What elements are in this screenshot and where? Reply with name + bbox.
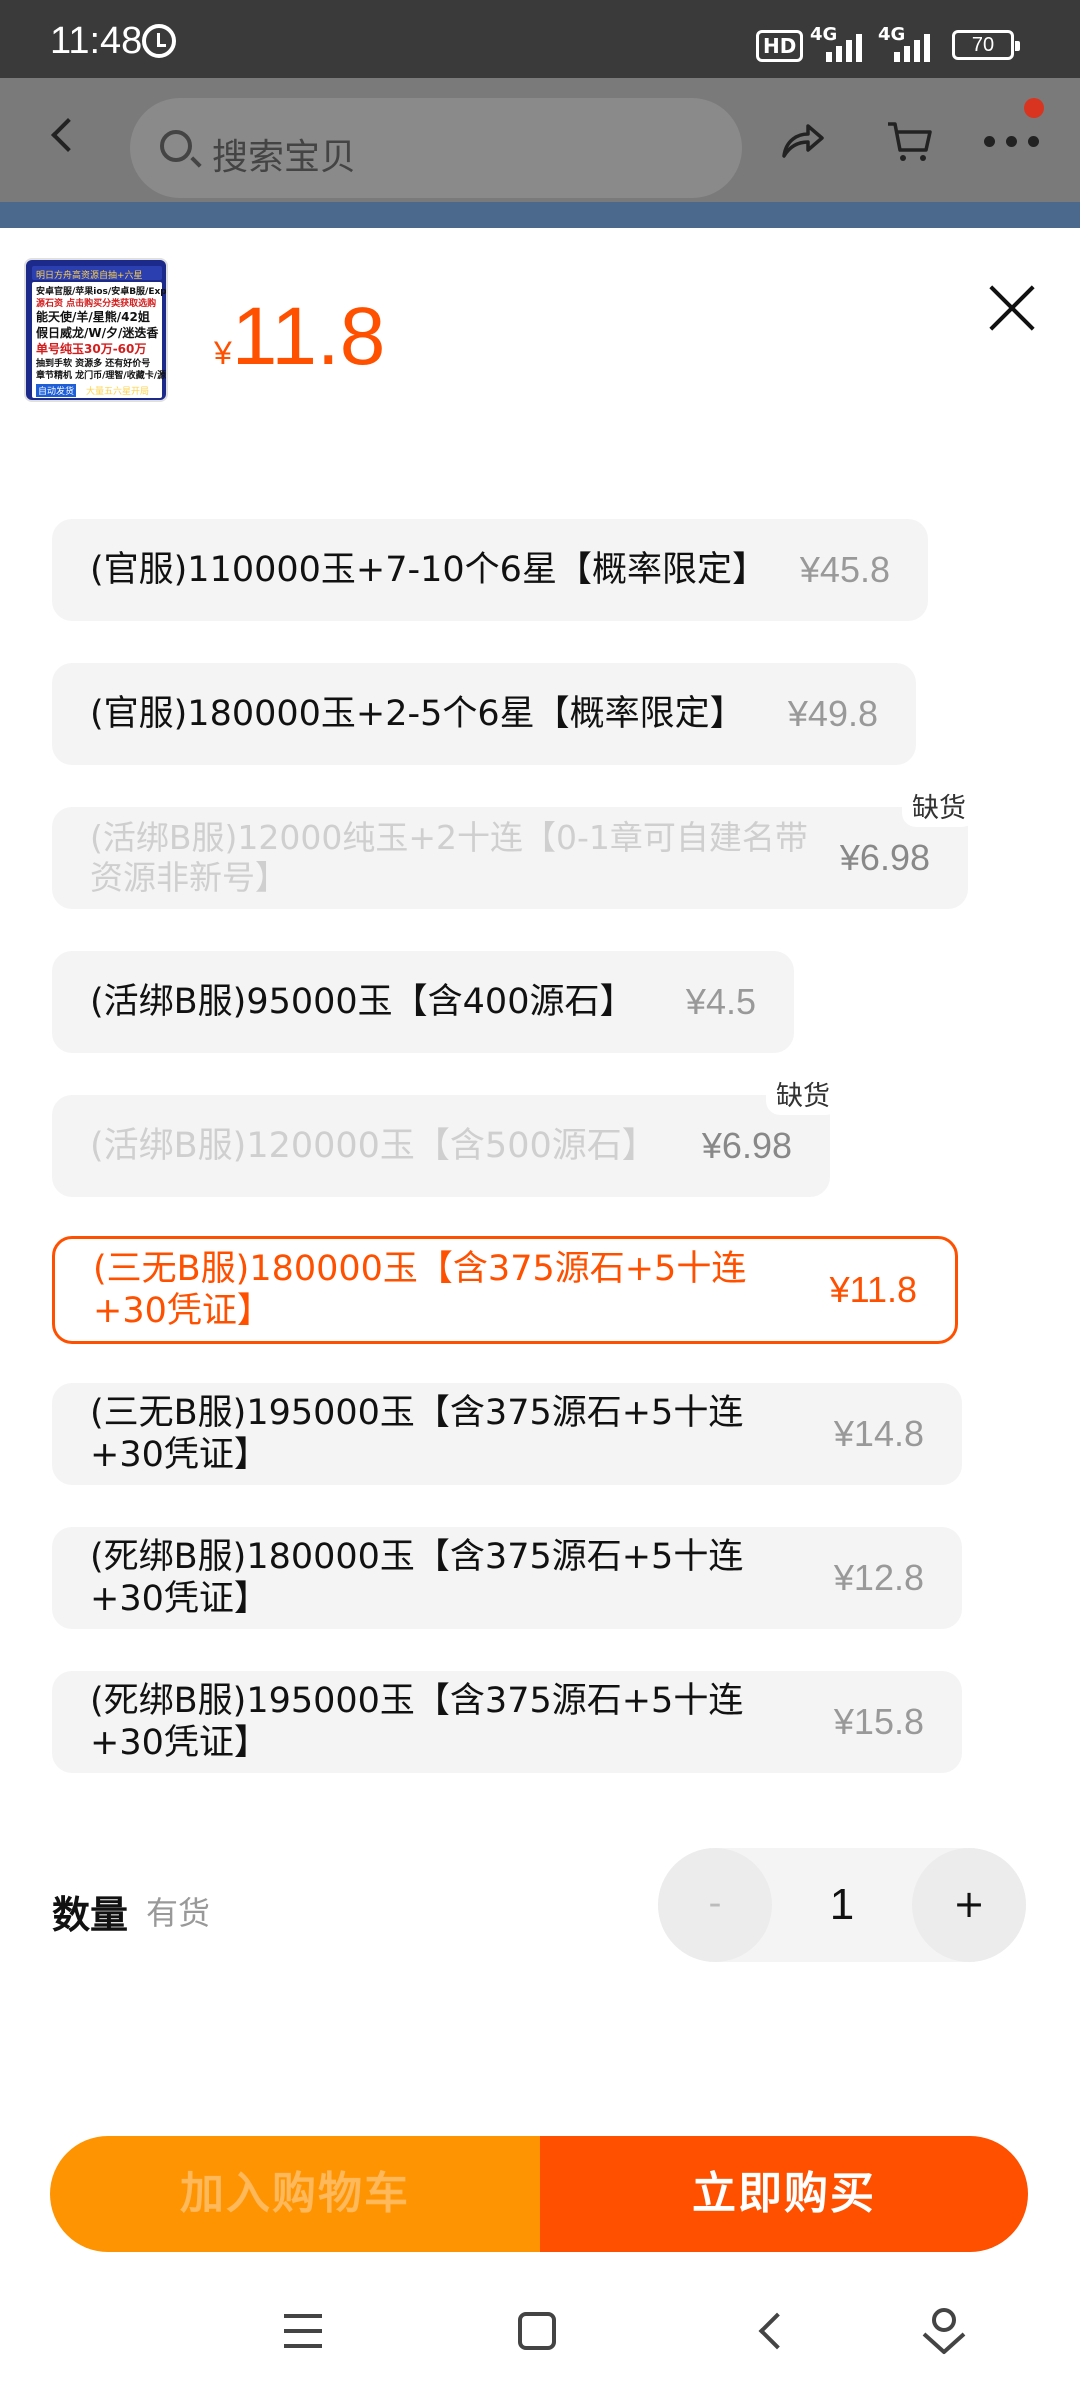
thumb-line: 大量五六星开局 xyxy=(86,387,150,397)
stock-status: 有货 xyxy=(146,1894,211,1932)
notification-dot xyxy=(1024,98,1044,118)
more-menu-icon[interactable] xyxy=(984,136,1040,148)
sku-option-name: (官服)110000玉+7-10个6星【概率限定】 xyxy=(90,550,767,590)
sku-option-name: (三无B服)180000玉【含375源石+5十连+30凭证】 xyxy=(93,1249,747,1331)
page-header-dimmed: 搜索宝贝 xyxy=(0,78,1080,228)
sku-option-price: ¥14.8 xyxy=(833,1413,924,1454)
quantity-stepper: - 1 + xyxy=(658,1848,1026,1962)
increase-button[interactable]: + xyxy=(912,1848,1026,1962)
sku-selection-sheet: 明日方舟高资源自抽+六星 安卓官服/苹果ios/安卓B服/Exp 源石资 点击购… xyxy=(0,228,1080,2400)
thumb-line: 单号纯玉30万-60万 xyxy=(36,342,147,356)
share-icon[interactable] xyxy=(780,120,826,160)
sku-option-price: ¥49.8 xyxy=(787,693,878,734)
sku-option-price: ¥11.8 xyxy=(829,1269,917,1310)
sku-option-name: (死绑B服)180000玉【含375源石+5十连+30凭证】 xyxy=(90,1537,744,1619)
thumb-line: 章节精机 龙门币/理智/收藏卡/源石 xyxy=(36,371,168,381)
search-bar[interactable]: 搜索宝贝 xyxy=(130,98,742,198)
out-of-stock-badge: 缺货 xyxy=(766,1072,840,1115)
home-icon[interactable] xyxy=(518,2312,556,2350)
sku-option-price: ¥6.98 xyxy=(701,1125,792,1166)
sku-option[interactable]: (活绑B服)12000纯玉+2十连【0-1章可自建名带资源非新号】 ¥6.98 xyxy=(52,807,968,909)
network-type-label-2: 4G xyxy=(878,24,906,45)
action-bar: 加入购物车 立即购买 xyxy=(50,2136,1028,2252)
search-icon xyxy=(160,130,192,162)
sku-option[interactable]: (活绑B服)95000玉【含400源石】 ¥4.5 xyxy=(52,951,794,1053)
sku-option-name: (官服)180000玉+2-5个6星【概率限定】 xyxy=(90,694,745,734)
thumb-line: 能天使/羊/星熊/42姐 xyxy=(36,310,150,324)
sku-option-price: ¥12.8 xyxy=(833,1557,924,1598)
battery-icon: 70 xyxy=(952,30,1020,60)
sku-option-name: (三无B服)195000玉【含375源石+5十连+30凭证】 xyxy=(90,1393,744,1475)
alarm-icon xyxy=(142,24,176,58)
sku-option[interactable]: (官服)110000玉+7-10个6星【概率限定】 ¥45.8 xyxy=(52,519,928,621)
currency-symbol: ¥ xyxy=(214,335,232,371)
sku-option-name: (活绑B服)95000玉【含400源石】 xyxy=(90,982,635,1022)
sku-option[interactable]: (活绑B服)120000玉【含500源石】 ¥6.98 xyxy=(52,1095,830,1197)
out-of-stock-badge: 缺货 xyxy=(902,784,976,827)
sku-option-price: ¥45.8 xyxy=(799,549,890,590)
thumb-line: 自动发货 xyxy=(36,384,77,397)
sku-option[interactable]: (死绑B服)180000玉【含375源石+5十连+30凭证】 ¥12.8 xyxy=(52,1527,962,1629)
cart-icon[interactable] xyxy=(886,120,932,164)
status-bar: 11:48 HD 4G 4G 70 xyxy=(0,0,1080,78)
hd-voice-icon: HD xyxy=(756,30,804,62)
sku-option-price: ¥6.98 xyxy=(839,837,930,878)
signal-icon-2: 4G xyxy=(878,24,958,62)
sku-option-name: (活绑B服)12000纯玉+2十连【0-1章可自建名带资源非新号】 xyxy=(90,818,808,897)
sku-option[interactable]: (官服)180000玉+2-5个6星【概率限定】 ¥49.8 xyxy=(52,663,916,765)
price-value: 11.8 xyxy=(231,291,386,382)
thumb-line: 假日威龙/W/夕/迷迭香 xyxy=(36,326,159,340)
quantity-label: 数量 xyxy=(52,1893,129,1937)
recent-apps-icon[interactable] xyxy=(284,2314,322,2348)
decrease-button[interactable]: - xyxy=(658,1848,772,1962)
system-nav-bar xyxy=(0,2264,1080,2400)
close-icon[interactable] xyxy=(986,282,1038,334)
search-placeholder: 搜索宝贝 xyxy=(212,137,357,178)
sku-option-name: (死绑B服)195000玉【含375源石+5十连+30凭证】 xyxy=(90,1681,744,1763)
assistant-icon[interactable] xyxy=(918,2304,970,2356)
sku-option-price: ¥15.8 xyxy=(833,1701,924,1742)
quantity-value[interactable]: 1 xyxy=(772,1848,912,1962)
sku-option-selected[interactable]: (三无B服)180000玉【含375源石+5十连+30凭证】 ¥11.8 xyxy=(52,1236,958,1344)
sku-option[interactable]: (三无B服)195000玉【含375源石+5十连+30凭证】 ¥14.8 xyxy=(52,1383,962,1485)
back-arrow-icon[interactable] xyxy=(51,118,85,152)
sku-option-name: (活绑B服)120000玉【含500源石】 xyxy=(90,1126,657,1166)
clock-time: 11:48 xyxy=(50,20,143,62)
selected-price: ¥11.8 xyxy=(214,290,385,384)
sku-option[interactable]: (死绑B服)195000玉【含375源石+5十连+30凭证】 ¥15.8 xyxy=(52,1671,962,1773)
network-type-label: 4G xyxy=(810,24,838,45)
sku-option-price: ¥4.5 xyxy=(685,981,756,1022)
buy-now-button[interactable]: 立即购买 xyxy=(540,2136,1028,2252)
thumb-line: 明日方舟高资源自抽+六星 xyxy=(36,271,143,281)
page-banner-dimmed xyxy=(0,202,1080,228)
add-to-cart-button[interactable]: 加入购物车 xyxy=(50,2136,540,2252)
back-icon[interactable] xyxy=(758,2312,796,2350)
product-thumbnail[interactable]: 明日方舟高资源自抽+六星 安卓官服/苹果ios/安卓B服/Exp 源石资 点击购… xyxy=(24,258,168,402)
